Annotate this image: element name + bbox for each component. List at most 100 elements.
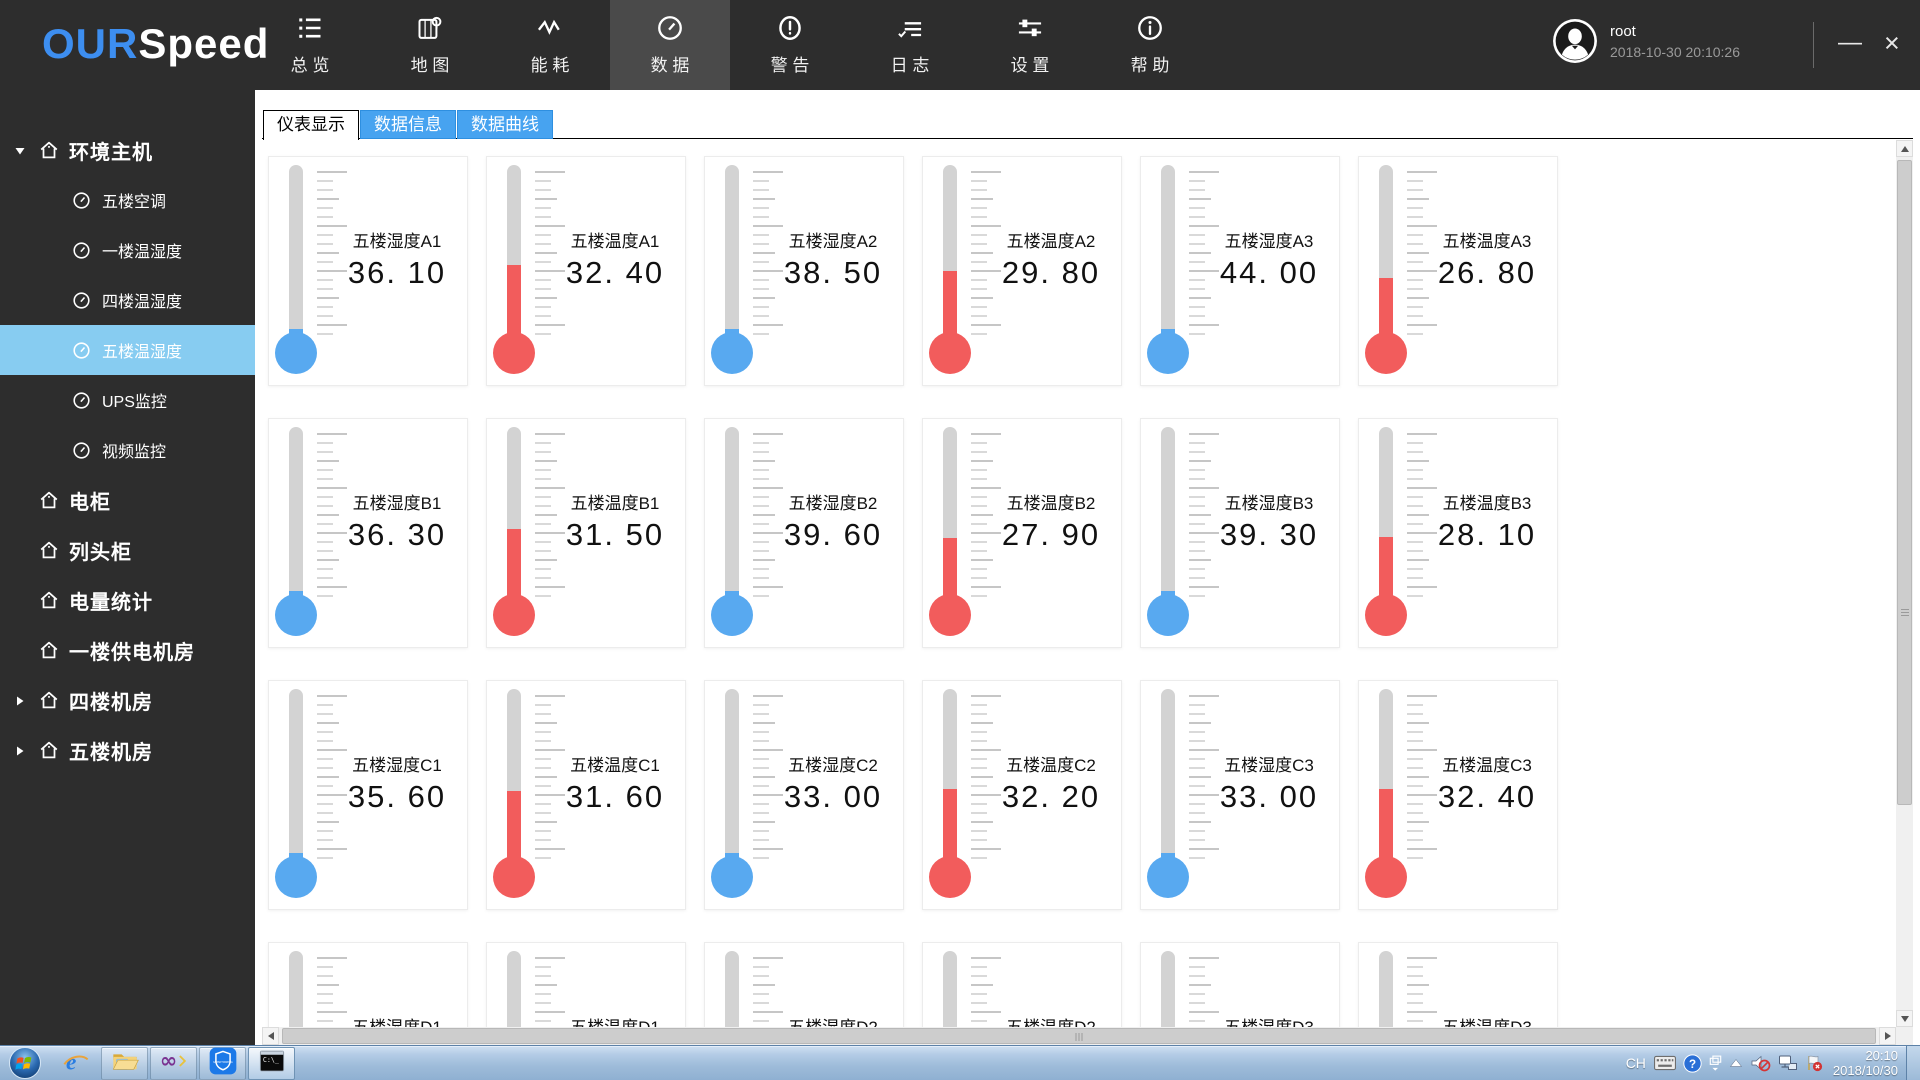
sidebar-item-power-cabinet[interactable]: 电柜 [0, 475, 255, 525]
thermometer-fill [943, 789, 957, 865]
taskbar-app-command-prompt[interactable]: C:\_ [248, 1046, 295, 1080]
thermometer-tube [725, 951, 739, 1027]
taskbar-app-file-explorer[interactable] [101, 1046, 148, 1080]
sidebar-item-power-statistics[interactable]: 电量统计 [0, 575, 255, 625]
gauge-card: 五楼湿度B1 36. 30 [268, 418, 468, 648]
thermometer-bulb-icon [1365, 594, 1407, 636]
sidebar-item-ups-monitor[interactable]: UPS监控 [0, 375, 255, 425]
clock-date: 2018/10/30 [1832, 1063, 1898, 1078]
nav-item-energy[interactable]: 能 耗 [490, 0, 610, 90]
sidebar-item-label: 五楼机房 [69, 741, 153, 764]
thermometer-bulb-icon [711, 332, 753, 374]
nav-item-data[interactable]: 数 据 [610, 0, 730, 90]
minimize-button[interactable]: — [1838, 28, 1862, 58]
language-indicator[interactable]: CH [1626, 1055, 1646, 1071]
taskbar-clock[interactable]: 20:10 2018/10/30 [1833, 1048, 1898, 1078]
windows-logo-icon [8, 1046, 42, 1080]
sidebar-item-label: 五楼空调 [102, 194, 167, 211]
svg-text:∞: ∞ [159, 1048, 176, 1072]
keyboard-icon[interactable] [1653, 1055, 1676, 1071]
gauge-card: 五楼湿度A3 44. 00 [1140, 156, 1340, 386]
network-icon[interactable] [1778, 1054, 1798, 1072]
gauge-value: 31. 60 [565, 779, 665, 814]
gauge-label: 五楼温度B1 [570, 494, 660, 513]
tab-data-info[interactable]: 数据信息 [360, 110, 456, 139]
home-icon [38, 489, 60, 511]
show-desktop-button[interactable] [1906, 1046, 1920, 1080]
thermometer-tube [943, 427, 957, 603]
sidebar-item-floor1-power-room[interactable]: 一楼供电机房 [0, 625, 255, 675]
sidebar-item-floor1-temp-hum[interactable]: 一楼温湿度 [0, 225, 255, 275]
taskbar-app-visual-studio[interactable]: ∞ [150, 1046, 197, 1080]
thermometer-bulb-icon [1365, 856, 1407, 898]
taskbar-app-monitoring-app[interactable]: MONITORING [199, 1046, 246, 1080]
gauge-card: 五楼温度B1 31. 50 [486, 418, 686, 648]
caret-up-icon[interactable] [1729, 1058, 1743, 1068]
gauge-value: 28. 10 [1437, 517, 1537, 552]
user-avatar-icon[interactable] [1552, 18, 1598, 64]
volume-muted-icon[interactable] [1750, 1054, 1771, 1072]
window-restore-icon[interactable] [1709, 1055, 1722, 1072]
nav-item-help[interactable]: 帮 助 [1090, 0, 1210, 90]
gauge-card: 五楼温度C3 32. 40 [1358, 680, 1558, 910]
sidebar: 环境主机五楼空调一楼温湿度四楼温湿度五楼温湿度 UPS监控视频监控电柜 列头柜 电量统… [0, 90, 255, 1045]
cards-viewport: 五楼湿度A1 36. 10 五楼温度A1 32. 40 五楼湿度A2 38. 50 五楼温度… [262, 140, 1896, 1027]
thermometer-bulb-icon [1147, 594, 1189, 636]
sidebar-item-label: 视频监控 [102, 444, 167, 461]
gauge-label: 五楼温度C2 [1006, 756, 1096, 775]
tab-data-curve[interactable]: 数据曲线 [457, 110, 553, 139]
nav-item-alarm[interactable]: 警 告 [730, 0, 850, 90]
scroll-left-button[interactable] [262, 1027, 279, 1045]
tab-gauge-display[interactable]: 仪表显示 [263, 110, 359, 140]
horizontal-scroll-thumb[interactable] [282, 1028, 1876, 1044]
gauge-icon [72, 391, 91, 410]
thermometer-tube [725, 689, 739, 865]
gauge-label: 五楼温度C1 [570, 756, 660, 775]
scroll-down-button[interactable] [1896, 1010, 1913, 1027]
clock-time: 20:10 [1865, 1048, 1898, 1063]
sidebar-item-row-head-cabinet[interactable]: 列头柜 [0, 525, 255, 575]
thermometer-bulb-icon [493, 332, 535, 374]
nav-item-label: 能 耗 [530, 56, 570, 75]
sidebar-item-floor4-temp-hum[interactable]: 四楼温湿度 [0, 275, 255, 325]
gauge-card: 五楼温度D2 [922, 942, 1122, 1027]
sidebar-item-floor4-machine-room[interactable]: 四楼机房 [0, 675, 255, 725]
vs-icon: ∞ [159, 1046, 189, 1080]
vertical-scrollbar[interactable] [1896, 140, 1913, 1027]
sidebar-item-floor5-ac[interactable]: 五楼空调 [0, 175, 255, 225]
svg-text:MONITORING: MONITORING [213, 1060, 233, 1064]
scroll-up-button[interactable] [1896, 140, 1913, 157]
close-button[interactable]: × [1884, 28, 1900, 58]
nav-item-overview[interactable]: 总 览 [250, 0, 370, 90]
windows-taskbar: e ∞ MONITORING C:\_ CH ? 20:10 2018/10/30 [0, 1045, 1920, 1080]
nav-item-settings[interactable]: 设 置 [970, 0, 1090, 90]
thermometer-tube [1161, 951, 1175, 1027]
gauge-label: 五楼湿度A1 [352, 232, 442, 251]
gauge-label: 五楼湿度C2 [788, 756, 878, 775]
sidebar-item-floor5-machine-room[interactable]: 五楼机房 [0, 725, 255, 775]
svg-text:C:\_: C:\_ [262, 1055, 278, 1063]
thermometer-tube [1379, 689, 1393, 865]
start-button[interactable] [8, 1046, 42, 1080]
sidebar-item-env-host[interactable]: 环境主机 [0, 125, 255, 175]
flag-alert-icon[interactable] [1805, 1054, 1823, 1072]
gauge-label: 五楼湿度D2 [767, 1013, 899, 1027]
arrow-right-icon [1884, 1032, 1891, 1040]
shield-icon: MONITORING [208, 1046, 238, 1080]
scroll-right-button[interactable] [1879, 1027, 1896, 1045]
sidebar-item-label: 四楼温湿度 [102, 294, 183, 311]
user-block[interactable]: root 2018-10-30 20:10:26 [1552, 18, 1740, 64]
help-circle-icon[interactable]: ? [1683, 1053, 1702, 1073]
taskbar-app-internet-explorer[interactable]: e [52, 1047, 99, 1080]
nav-item-map[interactable]: 地 图 [370, 0, 490, 90]
gauge-value: 39. 30 [1219, 517, 1319, 552]
thermometer-fill [507, 790, 521, 865]
log-icon [896, 14, 924, 42]
sidebar-item-floor5-temp-hum[interactable]: 五楼温湿度 [0, 325, 255, 375]
vertical-scroll-thumb[interactable] [1897, 160, 1912, 805]
nav-item-log[interactable]: 日 志 [850, 0, 970, 90]
horizontal-scrollbar[interactable] [262, 1027, 1896, 1045]
sidebar-item-video-monitor[interactable]: 视频监控 [0, 425, 255, 475]
sidebar-item-label: UPS监控 [102, 394, 167, 411]
gauge-icon [656, 14, 684, 42]
